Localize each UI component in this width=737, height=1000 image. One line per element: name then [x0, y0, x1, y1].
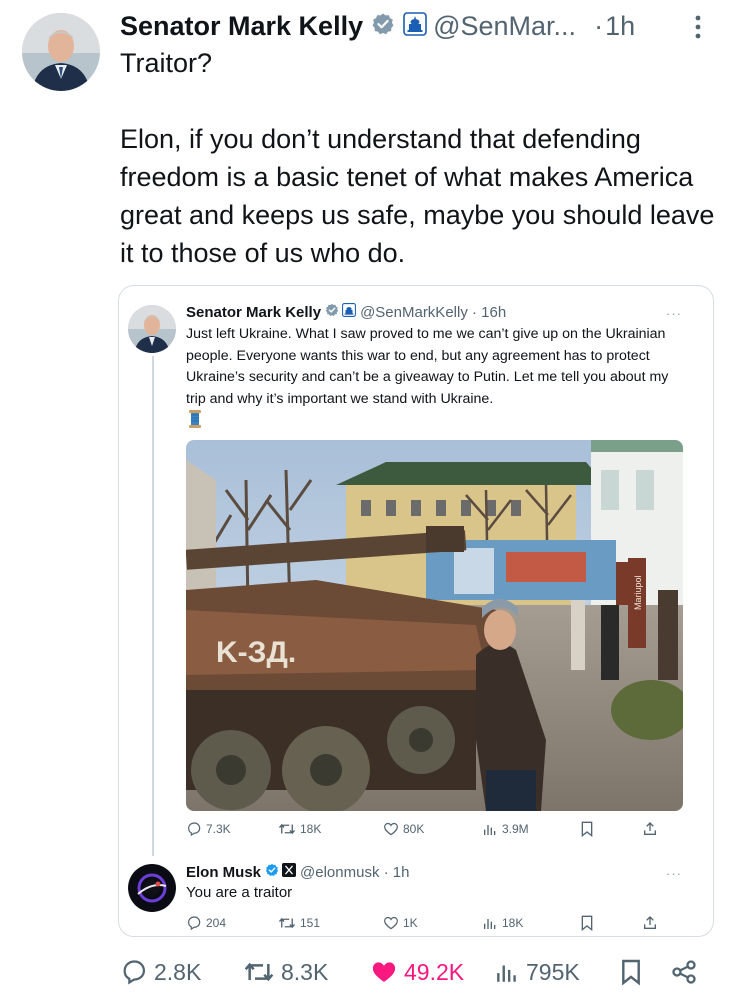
bookmark-icon[interactable] — [580, 915, 594, 931]
more-icon[interactable]: ··· — [666, 306, 682, 321]
views-button[interactable]: 18K — [482, 915, 523, 931]
main-author-handle[interactable]: @SenMar... — [433, 11, 576, 42]
share-icon[interactable] — [642, 821, 658, 837]
reply-tweet-actions: 204 151 1K 18K — [186, 913, 666, 933]
verified-badge-icon — [325, 303, 339, 321]
views-count: 3.9M — [502, 822, 529, 836]
reply-count: 204 — [206, 916, 227, 930]
like-count: 80K — [403, 822, 425, 836]
quoted-author-avatar[interactable] — [128, 305, 176, 353]
repost-icon — [244, 962, 274, 982]
share-icon[interactable] — [670, 954, 698, 990]
thread-emoji-icon — [188, 410, 202, 428]
main-tweet-header: Senator Mark Kelly @SenMar... · 1h — [120, 8, 720, 44]
like-button[interactable]: 49.2K — [370, 954, 464, 990]
repost-icon — [278, 823, 296, 835]
views-count: 795K — [526, 958, 580, 985]
verified-badge-icon — [371, 12, 395, 41]
main-tweet-text: Traitor? Elon, if you don’t understand t… — [120, 44, 720, 272]
main-author-name[interactable]: Senator Mark Kelly — [120, 11, 363, 42]
bookmark-icon[interactable] — [620, 954, 642, 990]
main-tweet-line1: Traitor? — [120, 48, 213, 78]
reply-icon — [188, 916, 201, 931]
repost-button[interactable]: 8.3K — [243, 954, 328, 990]
main-tweet-actions: 2.8K 8.3K 49.2K 795K — [0, 954, 737, 990]
reply-author-name[interactable]: Elon Musk — [186, 864, 261, 881]
reply-button[interactable]: 204 — [186, 915, 226, 931]
main-tweet-time[interactable]: 1h — [605, 11, 635, 42]
like-icon — [384, 822, 398, 836]
more-icon[interactable]: ··· — [666, 866, 682, 881]
quoted-tweet-text: Just left Ukraine. What I saw proved to … — [186, 326, 669, 407]
views-icon — [484, 919, 496, 929]
more-icon[interactable] — [688, 12, 708, 42]
views-count: 18K — [502, 916, 524, 930]
mariupol-sign: Mariupol — [633, 575, 643, 610]
government-badge-icon — [403, 11, 427, 41]
tank-photo[interactable]: K-ЗД. Mariupol — [186, 440, 683, 811]
quoted-tweet-actions: 7.3K 18K 80K 3.9M — [186, 819, 666, 839]
views-button[interactable]: 3.9M — [482, 821, 529, 837]
reply-button[interactable]: 2.8K — [120, 954, 201, 990]
like-icon — [384, 916, 398, 930]
repost-button[interactable]: 151 — [278, 915, 320, 931]
x-logo-badge-icon — [282, 863, 297, 881]
reply-button[interactable]: 7.3K — [186, 821, 231, 837]
like-count: 49.2K — [404, 958, 465, 985]
reply-tweet-text: You are a traitor — [186, 884, 293, 901]
quoted-author-name[interactable]: Senator Mark Kelly — [186, 304, 321, 321]
reply-icon — [188, 822, 201, 837]
reply-count: 7.3K — [206, 822, 231, 836]
repost-count: 18K — [300, 822, 322, 836]
reply-author-handle-time[interactable]: @elonmusk · 1h — [300, 864, 409, 881]
views-icon — [484, 825, 496, 835]
share-icon[interactable] — [642, 915, 658, 931]
quoted-author-handle-time[interactable]: @SenMarkKelly · 16h — [360, 304, 506, 321]
views-button[interactable]: 795K — [494, 954, 580, 990]
quoted-tweet-header: Senator Mark Kelly @SenMarkKelly · 16h — [186, 302, 506, 322]
thread-connector-line — [152, 356, 154, 856]
like-icon — [372, 962, 396, 982]
like-button[interactable]: 1K — [383, 915, 418, 931]
bookmark-icon[interactable] — [580, 821, 594, 837]
repost-button[interactable]: 18K — [278, 821, 321, 837]
reply-author-avatar[interactable] — [128, 864, 176, 912]
reply-icon — [123, 960, 146, 985]
repost-count: 151 — [300, 916, 321, 930]
main-tweet-paragraph: Elon, if you don’t understand that defen… — [120, 124, 715, 268]
main-author-avatar[interactable] — [22, 13, 100, 91]
repost-icon — [278, 917, 296, 929]
government-badge-icon — [342, 303, 357, 321]
time-separator: · — [594, 10, 604, 41]
svg-text:K-ЗД.: K-ЗД. — [216, 636, 296, 669]
views-icon — [497, 965, 516, 982]
verified-badge-icon — [265, 863, 279, 881]
reply-count: 2.8K — [154, 958, 202, 985]
like-button[interactable]: 80K — [383, 821, 424, 837]
reply-tweet-header: Elon Musk @elonmusk · 1h — [186, 862, 409, 882]
repost-count: 8.3K — [281, 958, 329, 985]
like-count: 1K — [403, 916, 418, 930]
